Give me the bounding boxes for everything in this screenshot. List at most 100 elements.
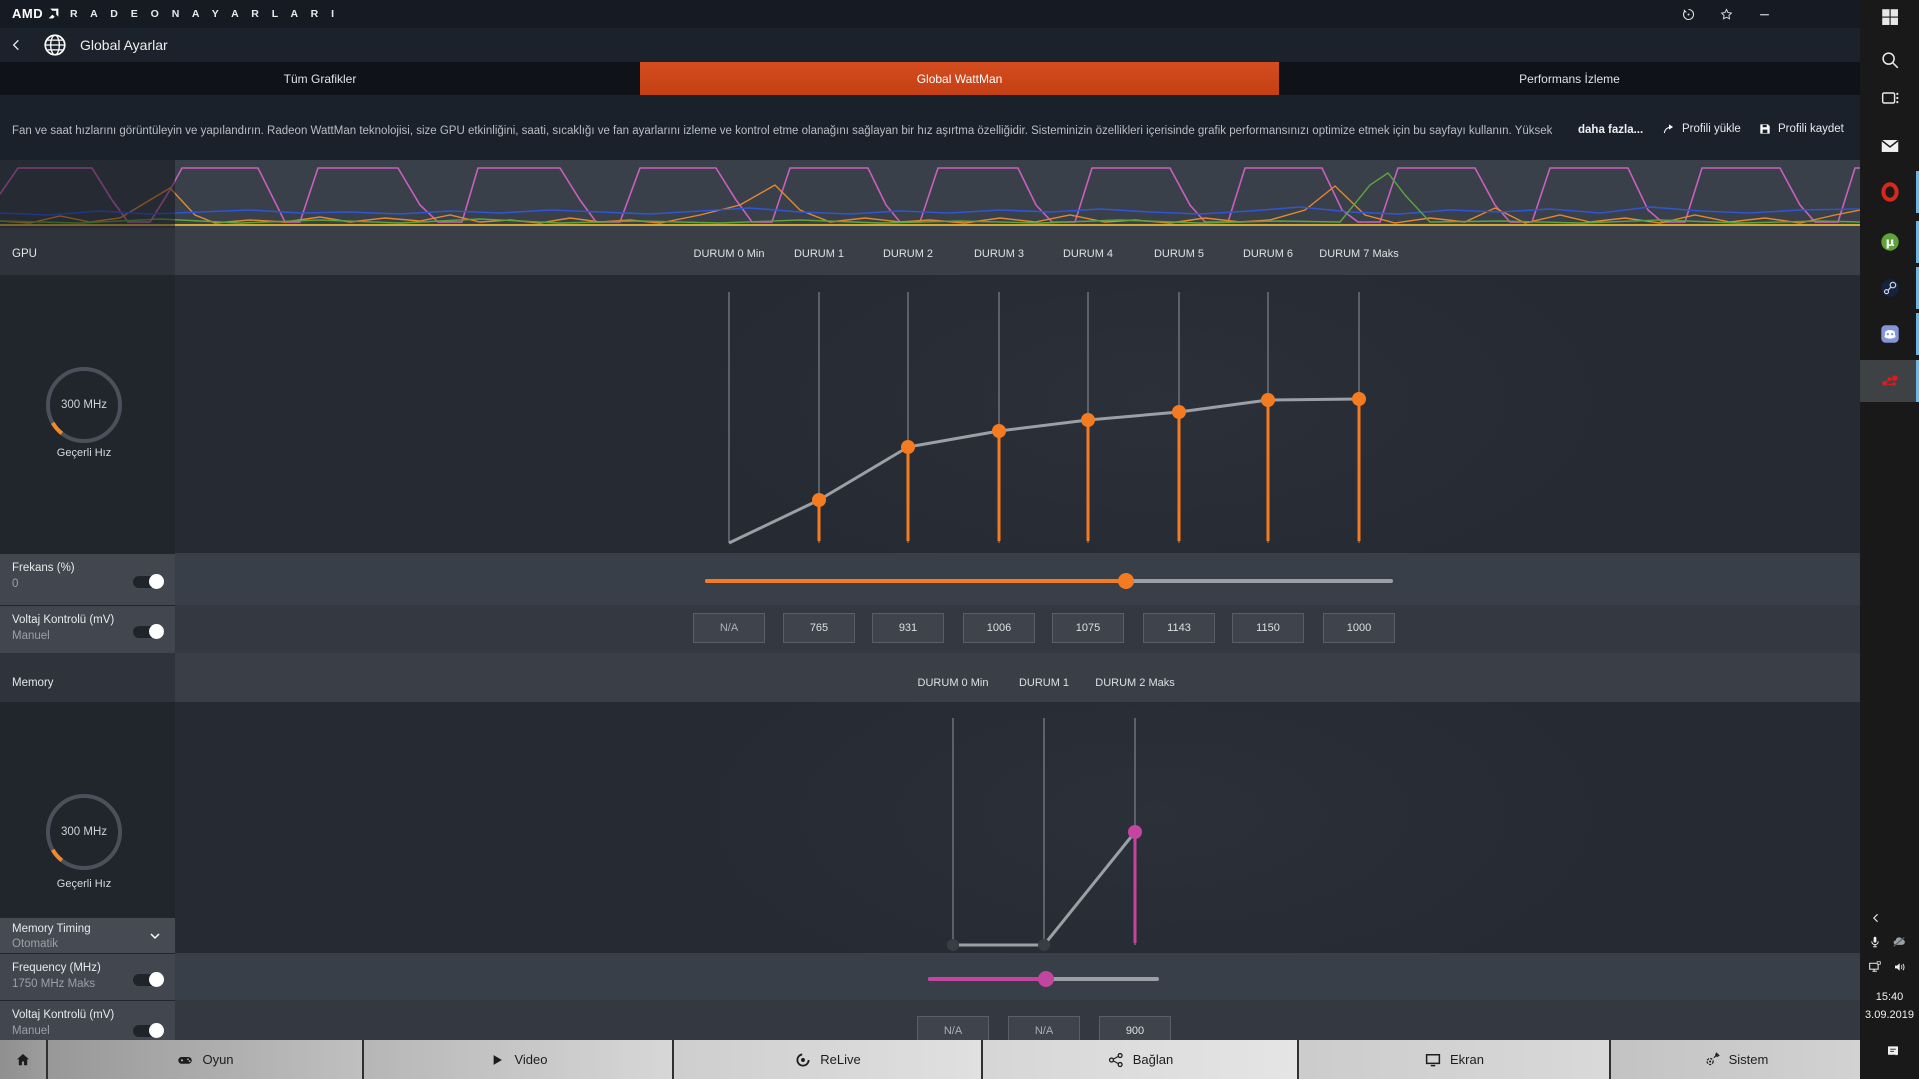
share-icon (1108, 1052, 1123, 1067)
gpu-curve-svg[interactable] (0, 275, 1860, 553)
play-icon (494, 1054, 503, 1065)
svg-text:µ: µ (1885, 235, 1894, 249)
memory-frequency-slider-fill (928, 977, 1046, 981)
memory-frequency-label: Frequency (MHz) (12, 962, 101, 974)
favorite-button[interactable] (1714, 2, 1738, 26)
gpu-voltage-label: Voltaj Kontrolü (mV) (12, 614, 115, 626)
memory-curve-svg[interactable] (0, 702, 1860, 953)
state-point[interactable] (1128, 825, 1142, 839)
state-label: DURUM 4 (1062, 248, 1114, 260)
voltage-input[interactable]: 900 (1099, 1016, 1171, 1040)
state-label: DURUM 7 Maks (1319, 248, 1399, 260)
state-point[interactable] (1172, 405, 1186, 419)
volume-tray-button[interactable] (1893, 960, 1908, 975)
gamepad-icon (178, 1056, 193, 1064)
nav-item-video[interactable]: Video (362, 1040, 672, 1079)
state-point[interactable] (1352, 392, 1366, 406)
gpu-gauge-caption: Geçerli Hız (56, 447, 112, 459)
nav-item-ekran[interactable]: Ekran (1297, 1040, 1609, 1079)
amd-logo: AMD (12, 6, 44, 21)
mic-icon (1871, 936, 1879, 948)
voltage-input[interactable]: 1150 (1232, 613, 1304, 643)
save-profile-button[interactable]: Profili kaydet (1758, 122, 1844, 136)
tab-t-m-grafikler[interactable]: Tüm Grafikler (0, 62, 640, 95)
back-button[interactable] (0, 28, 34, 62)
gpu-frequency-toggle[interactable] (133, 574, 164, 589)
gpu-frequency-value: 0 (12, 578, 19, 590)
windows-taskbar: 15:40 3.09.2019 µ (1860, 0, 1919, 1079)
state-point[interactable] (992, 424, 1006, 438)
state-curve (728, 397, 1360, 545)
voltage-input[interactable]: N/A (1008, 1016, 1080, 1040)
steam-icon (1880, 279, 1899, 297)
voltage-input[interactable]: 765 (783, 613, 855, 643)
memory-current-clock: 300 MHz (60, 826, 108, 838)
nav-label: Video (514, 1052, 548, 1067)
tray-expand-tray-button[interactable] (1869, 911, 1884, 926)
opera-taskbar-button[interactable] (1860, 171, 1919, 213)
update-icon (1682, 8, 1694, 20)
memory-frequency-value: 1750 MHz Maks (12, 978, 96, 990)
steam-taskbar-button[interactable] (1860, 267, 1919, 309)
update-button[interactable] (1676, 2, 1700, 26)
voltage-input[interactable]: 1006 (963, 613, 1035, 643)
mail-taskbar-button[interactable] (1860, 125, 1919, 167)
volume-icon (1895, 963, 1905, 971)
notification-tray-button[interactable] (1886, 1044, 1901, 1059)
gpu-frequency-slider-thumb[interactable] (1118, 573, 1134, 589)
state-point[interactable] (1261, 393, 1275, 407)
discord-taskbar-button[interactable] (1860, 313, 1919, 355)
nav-label: Bağlan (1132, 1052, 1174, 1067)
nav-item-relive[interactable]: ReLive (672, 1040, 981, 1079)
nav-item-oyun[interactable]: Oyun (46, 1040, 362, 1079)
state-label: DURUM 5 (1153, 248, 1205, 260)
tab-performans-i-zleme[interactable]: Performans İzleme (1279, 62, 1860, 95)
tab-global-wattman[interactable]: Global WattMan (640, 62, 1279, 95)
gpu-frequency-label: Frekans (%) (12, 562, 75, 574)
network-tray-button[interactable] (1868, 960, 1883, 975)
voltage-input[interactable]: N/A (693, 613, 765, 643)
voltage-input[interactable]: 931 (872, 613, 944, 643)
monitor-series-temperature (0, 206, 1861, 216)
radeon-taskbar-button[interactable] (1860, 360, 1919, 402)
state-label: DURUM 1 (793, 248, 845, 260)
gpu-voltage-toggle[interactable] (133, 624, 164, 639)
utorrent-icon: µ (1880, 233, 1899, 251)
voltage-input[interactable]: 1143 (1143, 613, 1215, 643)
display-icon (1425, 1053, 1441, 1066)
voltage-input[interactable]: N/A (917, 1016, 989, 1040)
load-profile-button[interactable]: Profili yükle (1662, 122, 1741, 136)
memory-frequency-toggle[interactable] (133, 972, 164, 987)
nav-item-ba-lan[interactable]: Bağlan (981, 1040, 1297, 1079)
voltage-input[interactable]: 1075 (1052, 613, 1124, 643)
onedrive-tray-button[interactable] (1892, 935, 1907, 950)
nav-home-button[interactable] (0, 1040, 46, 1079)
state-label: DURUM 1 (1018, 677, 1070, 689)
minimize-button[interactable] (1752, 2, 1776, 26)
state-point[interactable] (1081, 413, 1095, 427)
memory-timing-row[interactable]: Memory Timing Otomatik (0, 917, 175, 953)
search-taskbar-button[interactable] (1860, 39, 1919, 81)
gpu-frequency-slider-fill (705, 579, 1126, 583)
search-icon (1881, 52, 1898, 69)
load-profile-icon (1663, 124, 1674, 134)
tab-label: Performans İzleme (1519, 71, 1620, 86)
taskview-taskbar-button[interactable] (1860, 77, 1919, 119)
utorrent-taskbar-button[interactable]: µ (1860, 221, 1919, 263)
mail-icon (1880, 139, 1899, 152)
state-point[interactable] (812, 493, 826, 507)
nav-item-sistem[interactable]: Sistem (1609, 1040, 1860, 1079)
mic-tray-button[interactable] (1868, 935, 1883, 950)
bottom-navbar: Oyun Video ReLive Bağlan Ekran Sistem (0, 1040, 1860, 1079)
memory-frequency-slider-thumb[interactable] (1038, 971, 1054, 987)
discord-icon (1880, 325, 1899, 343)
notification-icon (1888, 1046, 1898, 1056)
more-link[interactable]: daha fazla... (1578, 124, 1643, 136)
state-label: DURUM 0 Min (693, 248, 765, 260)
titlebar: AMD R A D E O N A Y A R L A R I (0, 0, 1860, 28)
start-taskbar-button[interactable] (1860, 0, 1919, 38)
state-point[interactable] (901, 440, 915, 454)
monitoring-graph-svg (0, 167, 1861, 226)
voltage-input[interactable]: 1000 (1323, 613, 1395, 643)
clock-date: 3.09.2019 (1865, 1009, 1914, 1021)
